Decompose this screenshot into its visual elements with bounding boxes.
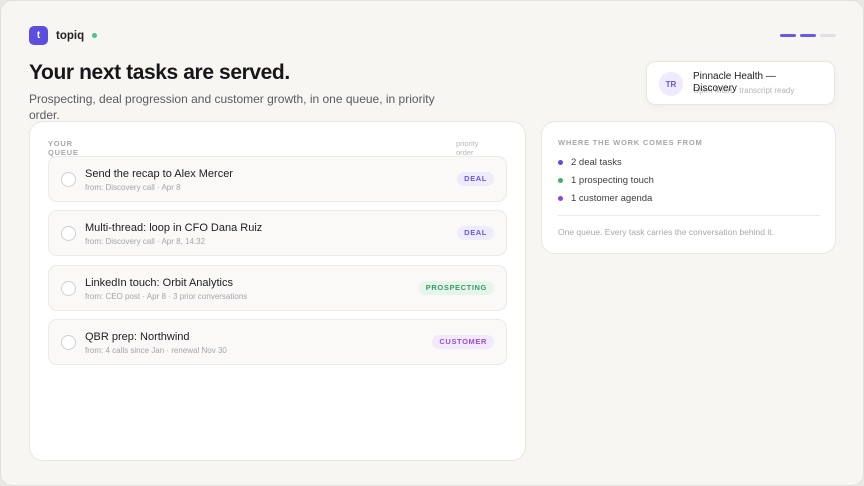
- page-title: Your next tasks are served.: [29, 61, 290, 84]
- task-checkbox[interactable]: [61, 172, 76, 187]
- task-meta: from: Discovery call · Apr 8, 14:32: [85, 237, 206, 246]
- app-window: t topiq Your next tasks are served. Pros…: [0, 0, 864, 486]
- sources-footer: One queue. Every task carries the conver…: [558, 227, 774, 237]
- progress-step: [800, 34, 816, 37]
- task-tag-badge: CUSTOMER: [432, 335, 494, 349]
- app-logo: t: [29, 26, 48, 45]
- dot-icon: [558, 178, 563, 183]
- task-title: LinkedIn touch: Orbit Analytics: [85, 277, 233, 289]
- work-sources-panel: WHERE THE WORK COMES FROM 2 deal tasks 1…: [541, 121, 836, 254]
- task-tag-badge: DEAL: [457, 226, 494, 240]
- task-title: QBR prep: Northwind: [85, 331, 190, 343]
- task-checkbox[interactable]: [61, 226, 76, 241]
- task-row[interactable]: LinkedIn touch: Orbit Analytics from: CE…: [48, 265, 507, 311]
- transcript-notification[interactable]: TR Open Main · transcript ready Pinnacle…: [646, 61, 835, 105]
- task-queue-panel: YOUR QUEUE priority order Send the recap…: [29, 121, 526, 461]
- dot-icon: [558, 196, 563, 201]
- avatar: TR: [659, 72, 683, 96]
- task-meta: from: CEO post · Apr 8 · 3 prior convers…: [85, 292, 248, 301]
- source-item-label: 1 customer agenda: [571, 193, 653, 204]
- task-checkbox[interactable]: [61, 335, 76, 350]
- task-row[interactable]: Multi-thread: loop in CFO Dana Ruiz from…: [48, 210, 507, 256]
- task-tag-badge: PROSPECTING: [418, 281, 494, 295]
- source-item-label: 2 deal tasks: [571, 157, 622, 168]
- task-title: Send the recap to Alex Mercer: [85, 168, 233, 180]
- online-status-icon: [92, 33, 98, 38]
- task-row[interactable]: Send the recap to Alex Mercer from: Disc…: [48, 156, 507, 202]
- page-subtitle: Prospecting, deal progression and custom…: [29, 92, 435, 122]
- task-meta: from: Discovery call · Apr 8: [85, 183, 181, 192]
- task-title: Multi-thread: loop in CFO Dana Ruiz: [85, 222, 263, 234]
- queue-label: YOUR QUEUE: [48, 139, 79, 157]
- app-name: topiq: [56, 29, 85, 42]
- source-item-label: 1 prospecting touch: [571, 175, 654, 186]
- divider: [558, 215, 820, 216]
- progress-step: [780, 34, 796, 37]
- progress-step: [820, 34, 836, 37]
- notification-title: Pinnacle Health — Discovery: [693, 71, 776, 94]
- brand: t topiq: [29, 26, 98, 45]
- task-meta: from: 4 calls since Jan · renewal Nov 30: [85, 346, 227, 355]
- task-checkbox[interactable]: [61, 281, 76, 296]
- source-item: 2 deal tasks: [558, 157, 622, 168]
- task-tag-badge: DEAL: [457, 172, 494, 186]
- task-row[interactable]: QBR prep: Northwind from: 4 calls since …: [48, 319, 507, 365]
- dot-icon: [558, 160, 563, 165]
- source-item: 1 customer agenda: [558, 193, 652, 204]
- queue-sort-label: priority order: [456, 139, 479, 157]
- sources-label: WHERE THE WORK COMES FROM: [558, 138, 703, 147]
- source-item: 1 prospecting touch: [558, 175, 654, 186]
- step-progress: [780, 34, 836, 37]
